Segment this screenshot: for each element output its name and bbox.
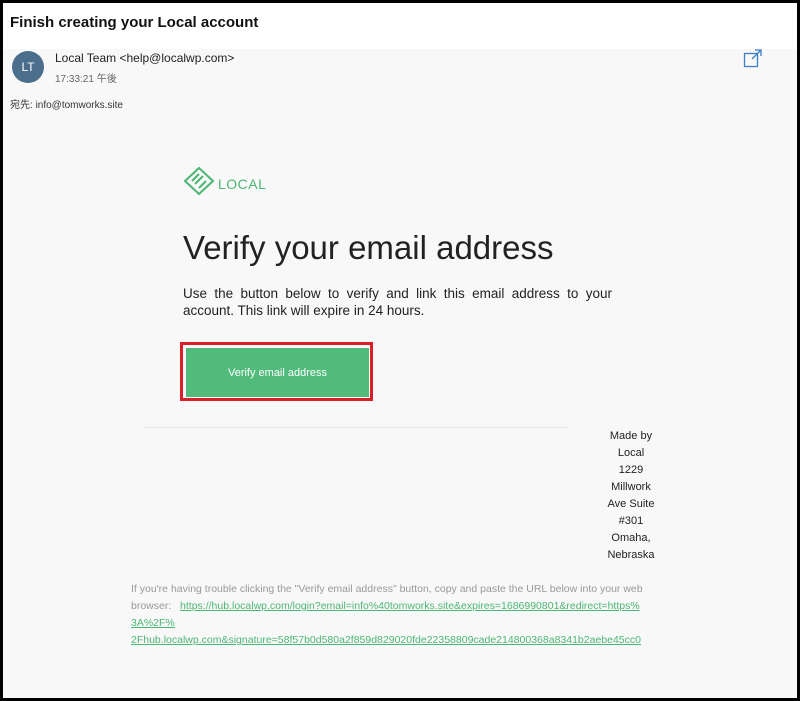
verify-url-link[interactable]: 3A%2F% xyxy=(131,617,175,629)
timestamp: 17:33:21 午後 xyxy=(55,74,117,85)
address-line: 1229 xyxy=(618,464,644,476)
address-line: Nebraska xyxy=(607,549,655,561)
local-logo-icon xyxy=(183,166,215,201)
address-line: Made by xyxy=(609,430,653,442)
local-logo: LOCAL xyxy=(183,166,266,201)
verify-url-link[interactable]: 2Fhub.localwp.com&signature=58f57b0d580a… xyxy=(131,634,641,646)
verify-email-button[interactable]: Verify email address xyxy=(186,348,369,397)
recipient-line: 宛先: info@tomworks.site xyxy=(10,96,123,111)
popout-icon[interactable] xyxy=(743,48,763,68)
headline: Verify your email address xyxy=(183,229,554,266)
footer-address: Made by Local 1229 Millwork Ave Suite #3… xyxy=(596,428,666,564)
avatar: LT xyxy=(12,51,44,83)
sender[interactable]: Local Team <help@localwp.com> xyxy=(55,51,234,65)
address-line: #301 xyxy=(618,515,644,527)
fallback-text: If you're having trouble clicking the "V… xyxy=(131,581,671,649)
address-line: Ave Suite xyxy=(607,498,655,510)
email-subject: Finish creating your Local account xyxy=(10,14,259,31)
subject-bar: Finish creating your Local account xyxy=(3,3,797,49)
logo-text: LOCAL xyxy=(218,175,267,192)
address-line: Omaha, xyxy=(611,532,651,544)
divider xyxy=(143,427,568,428)
address-line: Millwork xyxy=(611,481,651,493)
body-text: Use the button below to verify and link … xyxy=(183,286,612,318)
address-line: Local xyxy=(617,447,645,459)
email-window: Finish creating your Local account LT Lo… xyxy=(0,0,800,701)
recipient-address[interactable]: info@tomworks.site xyxy=(36,100,123,111)
recipient-label: 宛先: xyxy=(10,100,33,111)
verify-url-link[interactable]: https://hub.localwp.com/login?email=info… xyxy=(180,600,640,612)
